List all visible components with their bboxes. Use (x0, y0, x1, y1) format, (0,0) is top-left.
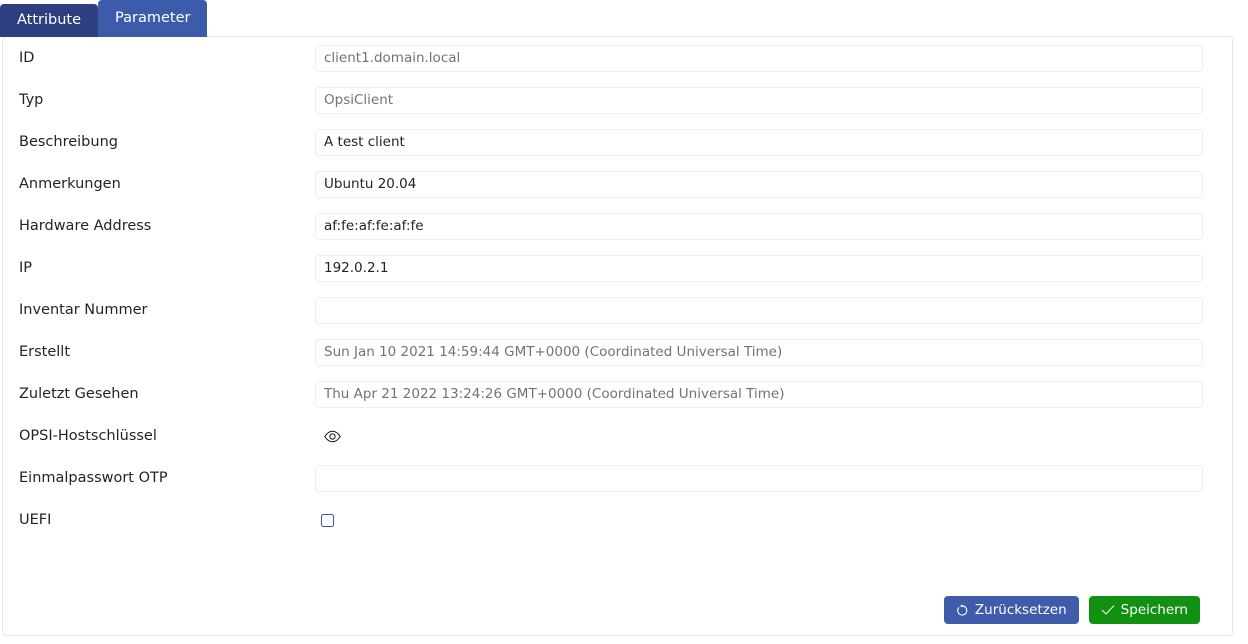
form-row-beschreibung: Beschreibung (3, 121, 1232, 163)
input-id[interactable] (315, 44, 1203, 72)
attribute-panel: ID Typ Beschreibung Anmerkungen Hardware Add… (2, 36, 1233, 636)
input-einmalpasswort-otp[interactable] (315, 464, 1203, 492)
control-erstellt (315, 331, 1203, 373)
reset-icon (956, 603, 969, 617)
control-zuletzt-gesehen (315, 373, 1203, 415)
save-button[interactable]: Speichern (1088, 596, 1200, 624)
form-row-opsi-hostschluessel: OPSI-Hostschlüssel (3, 415, 1232, 457)
form-row-ip: IP (3, 247, 1232, 289)
form-actions: Zurücksetzen Speichern (943, 596, 1200, 624)
tab-attribute-label: Attribute (17, 12, 82, 28)
label-id: ID (19, 50, 35, 66)
form-row-einmalpasswort-otp: Einmalpasswort OTP (3, 457, 1232, 499)
input-hardware-address[interactable] (315, 212, 1203, 240)
eye-icon[interactable] (319, 425, 345, 447)
input-beschreibung[interactable] (315, 128, 1203, 156)
label-hardware-address: Hardware Address (19, 218, 152, 234)
tab-parameter[interactable]: Parameter (98, 0, 208, 37)
tab-attribute[interactable]: Attribute (0, 4, 99, 37)
form-row-zuletzt-gesehen: Zuletzt Gesehen (3, 373, 1232, 415)
reset-button-label: Zurücksetzen (974, 602, 1067, 618)
control-einmalpasswort-otp (315, 457, 1203, 499)
control-beschreibung (315, 121, 1203, 163)
control-inventar-nummer (315, 289, 1203, 331)
form-row-uefi: UEFI (3, 499, 1232, 541)
control-typ (315, 79, 1203, 121)
tab-bar: Attribute Parameter (0, 0, 208, 37)
control-ip (315, 247, 1203, 289)
label-anmerkungen: Anmerkungen (19, 176, 121, 192)
check-icon (1101, 604, 1115, 616)
label-typ: Typ (19, 92, 44, 108)
label-opsi-hostschluessel: OPSI-Hostschlüssel (19, 428, 157, 444)
label-zuletzt-gesehen: Zuletzt Gesehen (19, 386, 139, 402)
form-row-typ: Typ (3, 79, 1232, 121)
control-hardware-address (315, 205, 1203, 247)
label-einmalpasswort-otp: Einmalpasswort OTP (19, 470, 168, 486)
reset-button[interactable]: Zurücksetzen (943, 596, 1079, 624)
save-button-label: Speichern (1120, 602, 1188, 618)
form-row-inventar-nummer: Inventar Nummer (3, 289, 1232, 331)
checkbox-uefi[interactable] (321, 513, 334, 527)
control-id (315, 37, 1203, 79)
control-opsi-hostschluessel (315, 415, 1203, 457)
form-row-anmerkungen: Anmerkungen (3, 163, 1232, 205)
label-beschreibung: Beschreibung (19, 134, 118, 150)
label-inventar-nummer: Inventar Nummer (19, 302, 148, 318)
form-row-erstellt: Erstellt (3, 331, 1232, 373)
input-ip[interactable] (315, 254, 1203, 282)
input-typ[interactable] (315, 86, 1203, 114)
input-erstellt[interactable] (315, 338, 1203, 366)
form-row-id: ID (3, 37, 1232, 79)
control-anmerkungen (315, 163, 1203, 205)
label-uefi: UEFI (19, 512, 52, 528)
input-anmerkungen[interactable] (315, 170, 1203, 198)
input-inventar-nummer[interactable] (315, 296, 1203, 324)
client-attribute-editor: Attribute Parameter ID Typ Beschreibung Anm… (0, 0, 1248, 644)
control-uefi (315, 499, 1203, 541)
tab-parameter-label: Parameter (115, 10, 191, 26)
form-row-hardware-address: Hardware Address (3, 205, 1232, 247)
label-erstellt: Erstellt (19, 344, 71, 360)
input-zuletzt-gesehen[interactable] (315, 380, 1203, 408)
label-ip: IP (19, 260, 33, 276)
